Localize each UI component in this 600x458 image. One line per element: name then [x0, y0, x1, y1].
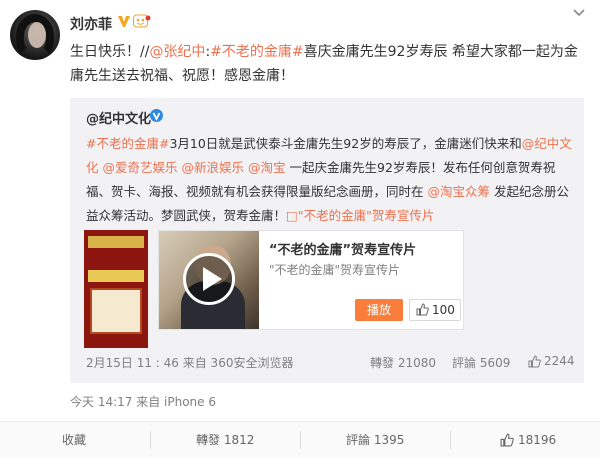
video-like-button[interactable]: 100	[409, 299, 461, 321]
chevron-down-icon[interactable]	[572, 8, 586, 18]
play-icon[interactable]	[183, 253, 235, 305]
like-count[interactable]: 18196	[518, 422, 556, 458]
thumbs-up-icon	[416, 303, 429, 316]
thumbs-up-icon[interactable]	[500, 433, 514, 447]
repost-author[interactable]: @纪中文化	[86, 108, 151, 127]
video-title[interactable]: “不老的金庸”贺寿宣传片	[269, 239, 416, 258]
avatar[interactable]	[10, 10, 60, 60]
repost-box: @纪中文化 #不老的金庸#3月10日就是武侠泰斗金庸先生92岁的寿辰了，金庸迷们…	[70, 98, 584, 383]
video-thumbnail[interactable]	[159, 231, 259, 329]
hashtag-link[interactable]: #不老的金庸#	[210, 44, 303, 60]
mention-link[interactable]: @张纪中	[149, 44, 205, 60]
avatar-face	[28, 22, 46, 48]
video-description: "不老的金庸"贺寿宣传片	[269, 263, 401, 277]
member-icon[interactable]	[133, 14, 151, 28]
video-link[interactable]: □"不老的金庸"贺寿宣传片	[286, 208, 434, 223]
mention-link[interactable]: @淘宝	[248, 160, 286, 175]
username[interactable]: 刘亦菲	[70, 14, 112, 34]
play-button[interactable]: 播放	[355, 299, 403, 321]
repost-button[interactable]: 轉發 1812	[196, 422, 254, 458]
weibo-card: 刘亦菲 生日快乐！//@张纪中:#不老的金庸#喜庆金庸先生92岁寿辰 希望大家都…	[0, 0, 600, 458]
mention-link[interactable]: @新浪娱乐	[182, 160, 245, 175]
post-timestamp[interactable]: 今天 14:17 来自 iPhone 6	[70, 393, 216, 410]
repost-comment-count[interactable]: 評論 5609	[452, 354, 510, 371]
repost-like-count: 2244	[544, 354, 575, 368]
video-like-count: 100	[432, 303, 455, 317]
post-text-intro: 生日快乐！//	[70, 44, 150, 60]
poster-thumbnail[interactable]	[84, 230, 148, 348]
video-card[interactable]: “不老的金庸”贺寿宣传片 "不老的金庸"贺寿宣传片 播放 100	[158, 230, 464, 330]
repost-timestamp[interactable]: 2月15日 11 : 46 来自 360安全浏览器	[86, 354, 293, 371]
mention-link[interactable]: @爱奇艺娱乐	[103, 160, 178, 175]
repost-hashtag-link[interactable]: #不老的金庸#	[86, 136, 169, 151]
repost-text-1: 3月10日就是武侠泰斗金庸先生92岁的寿辰了，金庸迷们快来和	[169, 136, 522, 151]
mention-link[interactable]: @淘宝众筹	[428, 184, 491, 199]
post-text: 生日快乐！//@张纪中:#不老的金庸#喜庆金庸先生92岁寿辰 希望大家都一起为金…	[70, 40, 585, 88]
divider	[450, 431, 451, 449]
verified-icon	[118, 16, 130, 27]
divider	[300, 431, 301, 449]
repost-repost-count[interactable]: 轉發 21080	[370, 354, 436, 371]
thumbs-up-icon[interactable]	[528, 355, 541, 368]
poster-title-band	[88, 236, 144, 248]
favorite-button[interactable]: 收藏	[62, 422, 86, 458]
repost-text: #不老的金庸#3月10日就是武侠泰斗金庸先生92岁的寿辰了，金庸迷们快来和@纪中…	[86, 132, 572, 228]
comment-button[interactable]: 評論 1395	[346, 422, 404, 458]
verified-blue-icon	[150, 109, 163, 122]
poster-scroll	[90, 288, 142, 334]
poster-sub-band	[88, 270, 144, 282]
action-bar: 收藏 轉發 1812 評論 1395 18196	[0, 421, 600, 458]
divider	[150, 431, 151, 449]
